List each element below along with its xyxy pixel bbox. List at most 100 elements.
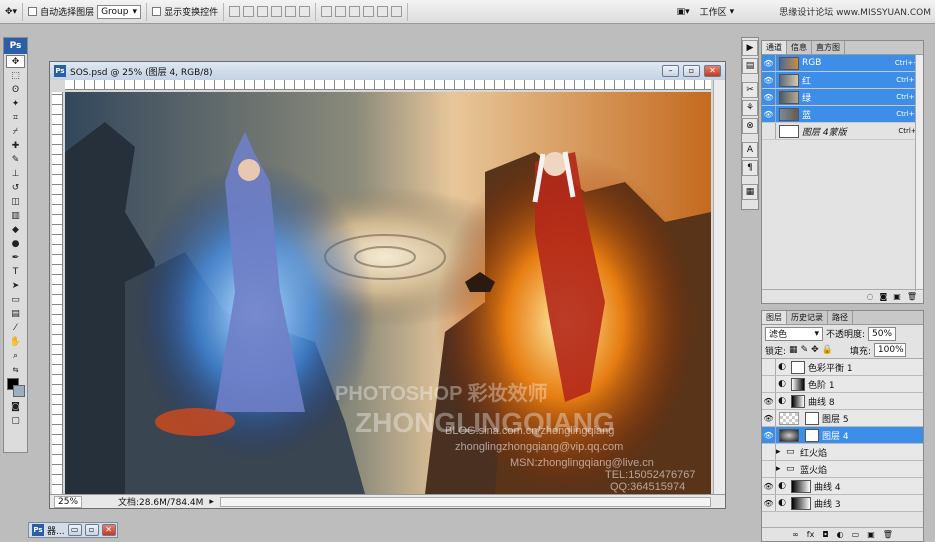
layer-group-row[interactable]: ▸ ▭ 蓝火焰	[762, 461, 923, 478]
layer-row[interactable]: ◐ 色彩平衡 1	[762, 359, 923, 376]
zoom-tool-icon[interactable]: ⌕	[6, 349, 25, 362]
magic-wand-icon[interactable]: ✦	[6, 97, 25, 110]
maximize-button[interactable]: ▫	[84, 524, 99, 536]
crop-tool-icon[interactable]: ⌗	[6, 111, 25, 124]
brushes-icon[interactable]: ⚘	[742, 100, 758, 116]
tab-layers[interactable]: 图层	[762, 311, 787, 324]
eye-icon[interactable]: 👁	[762, 393, 776, 409]
channel-row-mask[interactable]: 图层 4蒙版 Ctrl+\	[762, 123, 923, 140]
quick-mask-icon[interactable]: ◙	[6, 400, 25, 413]
new-layer-icon[interactable]: ▣	[867, 530, 875, 539]
align-right-icon[interactable]	[299, 6, 311, 17]
brush-tool-icon[interactable]: ✎	[6, 153, 25, 166]
delete-layer-icon[interactable]: 🗑	[883, 530, 893, 539]
expand-arrow-icon[interactable]: ▸	[776, 447, 786, 457]
blur-tool-icon[interactable]: ◆	[6, 223, 25, 236]
history-brush-icon[interactable]: ↺	[6, 181, 25, 194]
distribute-left-icon[interactable]	[363, 6, 375, 17]
tab-histogram[interactable]: 直方图	[812, 41, 845, 54]
eye-icon[interactable]	[762, 444, 776, 460]
character-icon[interactable]: A	[742, 142, 758, 158]
move-tool-preset[interactable]: ✥▾	[0, 2, 24, 21]
eyedropper-tool-icon[interactable]: ⌿	[6, 125, 25, 138]
opacity-input[interactable]: 50%	[868, 326, 897, 341]
close-button[interactable]: ✕	[101, 524, 116, 536]
align-top-icon[interactable]	[229, 6, 241, 17]
paragraph-icon[interactable]: ¶	[742, 160, 758, 176]
restore-button[interactable]: ▭	[67, 524, 82, 536]
hand-tool-icon[interactable]: ✋	[6, 335, 25, 348]
info-icon[interactable]: ▤	[742, 58, 758, 74]
tools-preset-icon[interactable]: ✂	[742, 82, 758, 98]
eye-icon[interactable]	[762, 461, 776, 477]
layer-row-selected[interactable]: 👁 图层 4	[762, 427, 923, 444]
adjustment-layer-icon[interactable]: ◐	[837, 530, 844, 539]
navigator-icon[interactable]: ▶	[742, 40, 758, 56]
lock-all-icon[interactable]: 🔒	[822, 345, 833, 355]
status-arrow-icon[interactable]: ▸	[209, 497, 214, 507]
load-selection-icon[interactable]: ◌	[867, 292, 874, 301]
minimize-button[interactable]: –	[662, 65, 679, 77]
distribute-bottom-icon[interactable]	[349, 6, 361, 17]
eye-icon[interactable]: 👁	[762, 478, 776, 494]
path-select-icon[interactable]: ➤	[6, 279, 25, 292]
align-left-icon[interactable]	[271, 6, 283, 17]
lock-transparency-icon[interactable]: ▦	[789, 345, 798, 355]
save-selection-icon[interactable]: ◙	[880, 292, 888, 301]
blend-mode-dropdown[interactable]: 滤色 ▾	[765, 326, 823, 341]
eye-icon[interactable]: 👁	[762, 89, 776, 105]
channel-row-green[interactable]: 👁 绿 Ctrl+2	[762, 89, 923, 106]
layer-row[interactable]: ◐ 色阶 1	[762, 376, 923, 393]
tab-paths[interactable]: 路径	[828, 311, 853, 324]
vertical-scrollbar[interactable]	[713, 80, 725, 494]
tab-history[interactable]: 历史记录	[787, 311, 828, 324]
show-transform-checkbox[interactable]	[152, 7, 162, 16]
fill-input[interactable]: 100%	[873, 343, 906, 357]
notes-tool-icon[interactable]: ▤	[6, 307, 25, 320]
type-tool-icon[interactable]: T	[6, 265, 25, 278]
distribute-right-icon[interactable]	[391, 6, 403, 17]
screen-mode-icon[interactable]: ▢	[6, 414, 25, 427]
expand-arrow-icon[interactable]: ▸	[776, 464, 786, 474]
workspace-menu[interactable]: 工作区	[700, 5, 727, 18]
eye-icon[interactable]	[762, 359, 776, 375]
layer-row[interactable]: 👁 ◐ 曲线 8	[762, 393, 923, 410]
document-titlebar[interactable]: Ps SOS.psd @ 25% (图层 4, RGB/8) – ▫ ✕	[50, 62, 725, 80]
clone-source-icon[interactable]: ⊗	[742, 118, 758, 134]
layer-style-icon[interactable]: fx	[807, 530, 815, 539]
distribute-hcenter-icon[interactable]	[377, 6, 389, 17]
link-layers-icon[interactable]: ∞	[792, 530, 799, 539]
layer-group-row[interactable]: ▸ ▭ 红火焰	[762, 444, 923, 461]
channel-row-blue[interactable]: 👁 蓝 Ctrl+3	[762, 106, 923, 123]
eye-icon[interactable]: 👁	[762, 55, 776, 71]
marquee-tool-icon[interactable]: ⬚	[6, 69, 25, 82]
close-button[interactable]: ✕	[704, 65, 721, 77]
dodge-tool-icon[interactable]: ●	[6, 237, 25, 250]
eye-icon[interactable]: 👁	[762, 410, 776, 426]
tab-channels[interactable]: 通道	[762, 41, 787, 54]
horizontal-scrollbar[interactable]	[219, 496, 711, 507]
maximize-button[interactable]: ▫	[683, 65, 700, 77]
shape-tool-icon[interactable]: ▭	[6, 293, 25, 306]
tab-info[interactable]: 信息	[787, 41, 812, 54]
move-tool-icon[interactable]: ✥	[6, 55, 25, 68]
color-swatches[interactable]	[6, 377, 25, 399]
auto-select-dropdown[interactable]: Group ▾	[97, 4, 142, 19]
lasso-tool-icon[interactable]: ʘ	[6, 83, 25, 96]
eye-icon[interactable]: 👁	[762, 72, 776, 88]
swap-colors-icon[interactable]: ⇆	[6, 363, 25, 376]
eye-icon[interactable]: 👁	[762, 106, 776, 122]
lock-pixels-icon[interactable]: ✎	[801, 345, 809, 355]
layer-row[interactable]: 👁 ◐ 曲线 3	[762, 495, 923, 512]
align-bottom-icon[interactable]	[257, 6, 269, 17]
eye-icon[interactable]	[762, 123, 776, 139]
gradient-tool-icon[interactable]: ▥	[6, 209, 25, 222]
eye-icon[interactable]: 👁	[762, 427, 776, 443]
zoom-level[interactable]: 25%	[54, 495, 83, 508]
distribute-vcenter-icon[interactable]	[335, 6, 347, 17]
bridge-icon[interactable]: ▣▾	[677, 7, 690, 17]
layer-comps-icon[interactable]: ▦	[742, 184, 758, 200]
align-hcenter-icon[interactable]	[285, 6, 297, 17]
channel-row-rgb[interactable]: 👁 RGB Ctrl+~	[762, 55, 923, 72]
lock-position-icon[interactable]: ✥	[811, 345, 819, 355]
